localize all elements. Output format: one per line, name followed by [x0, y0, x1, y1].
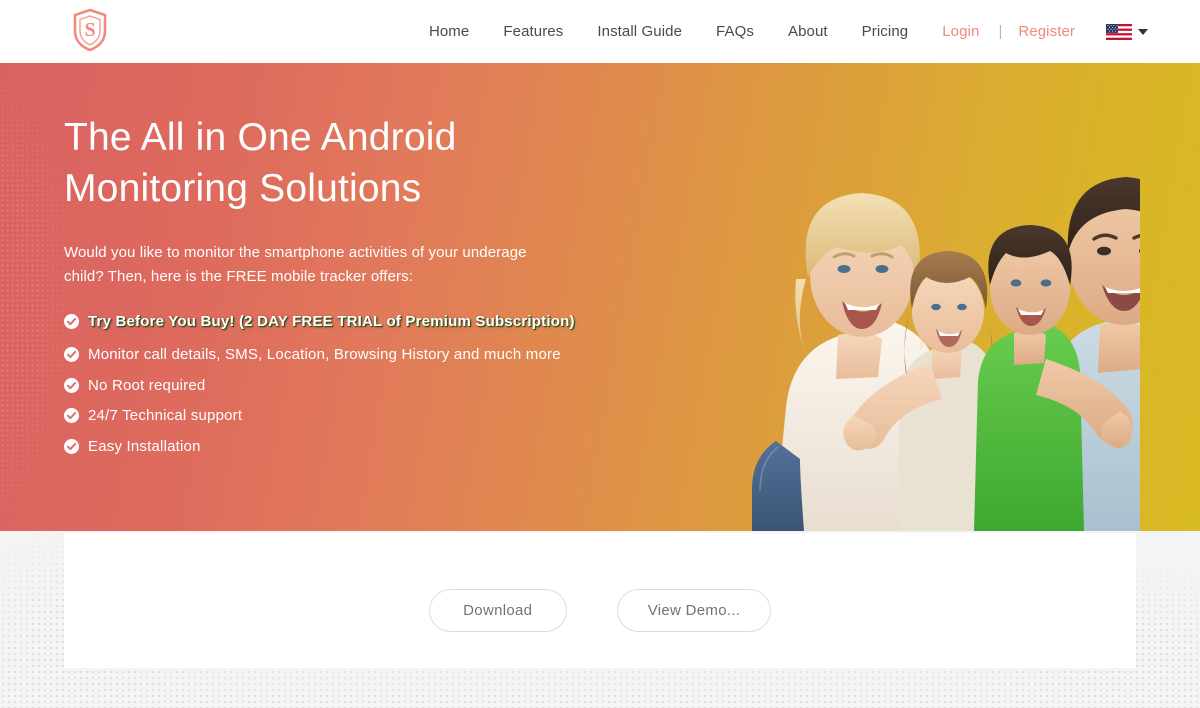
- hero-feature-item: Try Before You Buy! (2 DAY FREE TRIAL of…: [64, 311, 604, 334]
- nav-features[interactable]: Features: [486, 0, 580, 63]
- nav-about[interactable]: About: [771, 0, 845, 63]
- language-selector[interactable]: [1092, 23, 1148, 40]
- check-circle-icon: [64, 439, 79, 455]
- register-link[interactable]: Register: [1004, 0, 1092, 63]
- hero-subtitle: Would you like to monitor the smartphone…: [64, 244, 527, 286]
- view-demo-button[interactable]: View Demo...: [616, 589, 772, 632]
- hero-feature-item: 24/7 Technical support: [64, 405, 604, 428]
- hero-feature-text: Monitor call details, SMS, Location, Bro…: [88, 345, 561, 363]
- nav-faqs[interactable]: FAQs: [699, 0, 771, 63]
- hero-feature-list: Try Before You Buy! (2 DAY FREE TRIAL of…: [64, 311, 604, 467]
- landing-page: S Home Features Install Guide FAQs About…: [0, 0, 1200, 708]
- hero-feature-item: Easy Installation: [64, 436, 604, 459]
- hero-feature-text: Easy Installation: [88, 438, 201, 456]
- hero-feature-item: No Root required: [64, 375, 604, 398]
- check-circle-icon: [64, 346, 79, 362]
- hero-title: The All in One Android Monitoring Soluti…: [64, 116, 457, 211]
- main-navigation: Home Features Install Guide FAQs About P…: [412, 0, 1148, 63]
- nav-separator: |: [998, 23, 1003, 40]
- chevron-down-icon: [1138, 28, 1148, 35]
- svg-text:S: S: [84, 19, 95, 41]
- happy-family-photo: [600, 63, 1200, 531]
- nav-install-guide[interactable]: Install Guide: [580, 0, 699, 63]
- check-circle-icon: [64, 408, 79, 424]
- shield-s-logo-icon[interactable]: S: [70, 7, 110, 53]
- hero-feature-text: Try Before You Buy! (2 DAY FREE TRIAL of…: [88, 313, 575, 330]
- hero-feature-text: 24/7 Technical support: [88, 407, 243, 425]
- download-button[interactable]: Download: [428, 589, 567, 632]
- hero-copy: The All in One Android Monitoring Soluti…: [64, 63, 664, 531]
- site-header: S Home Features Install Guide FAQs About…: [0, 0, 1200, 63]
- check-circle-icon: [64, 314, 79, 329]
- nav-home[interactable]: Home: [412, 0, 486, 63]
- cta-button-row: Download View Demo...: [64, 589, 1136, 632]
- nav-pricing[interactable]: Pricing: [845, 0, 926, 63]
- hero-feature-text: No Root required: [88, 376, 206, 394]
- cta-card: Download View Demo...: [64, 533, 1136, 668]
- login-link[interactable]: Login: [925, 0, 996, 63]
- check-circle-icon: [64, 377, 79, 393]
- hero-feature-item: Monitor call details, SMS, Location, Bro…: [64, 344, 604, 367]
- hero-banner: The All in One Android Monitoring Soluti…: [0, 63, 1200, 531]
- lower-section: Download View Demo...: [0, 531, 1200, 708]
- us-flag-icon: [1106, 23, 1132, 40]
